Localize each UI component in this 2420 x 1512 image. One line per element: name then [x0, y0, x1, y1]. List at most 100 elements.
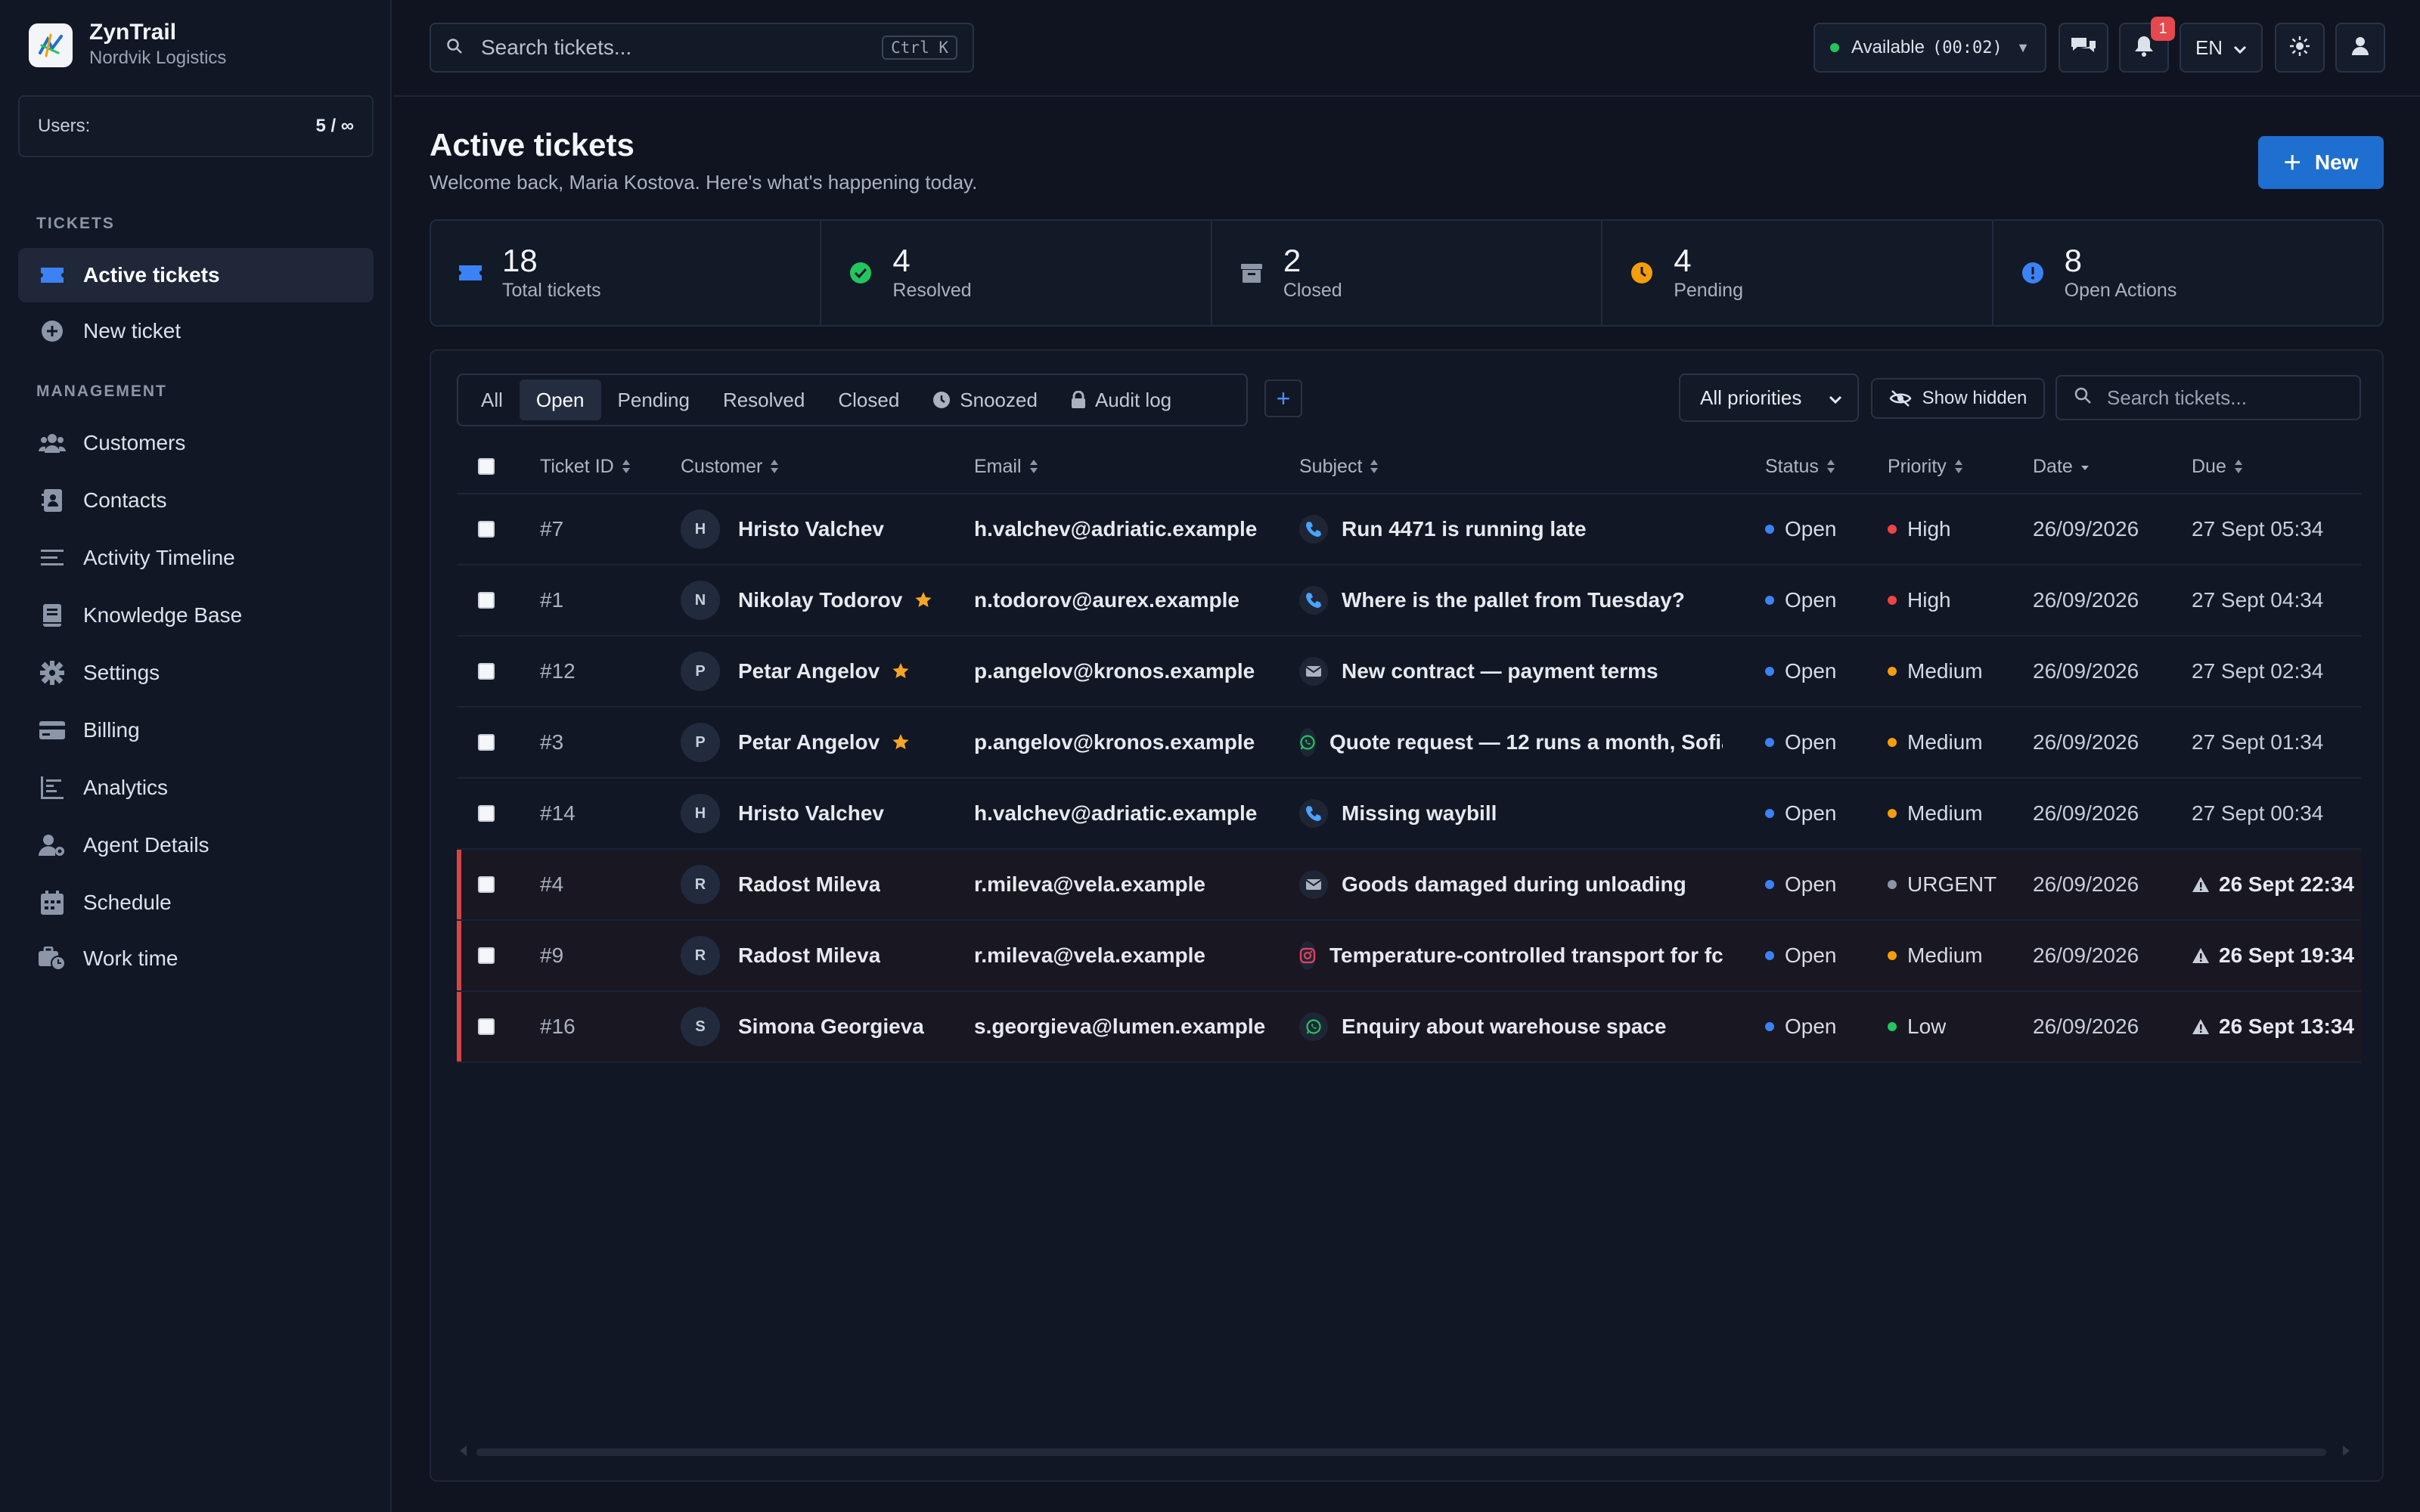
show-hidden-button[interactable]: Show hidden	[1871, 378, 2045, 419]
subject-cell[interactable]: Goods damaged during unloading	[1299, 870, 1723, 899]
language-select[interactable]: EN	[2180, 23, 2263, 73]
sidebar-item-schedule[interactable]: Schedule	[18, 875, 374, 930]
new-ticket-button[interactable]: + New	[2258, 136, 2384, 189]
sidebar-item-activity-timeline[interactable]: Activity Timeline	[18, 531, 374, 585]
priority-cell: Low	[1888, 1015, 1946, 1039]
ticket-subject: New contract — payment terms	[1342, 659, 1658, 683]
table-row[interactable]: #9 R Radost Mileva r.mileva@vela.example Tem…	[457, 921, 2361, 992]
table-row[interactable]: #14 H Hristo Valchev h.valchev@adriatic.exa…	[457, 779, 2361, 850]
sidebar-item-knowledge-base[interactable]: Knowledge Base	[18, 588, 374, 643]
global-search-input[interactable]: Search tickets... Ctrl K	[430, 23, 974, 73]
status-text: Open	[1785, 801, 1837, 825]
chevron-down-icon	[1829, 386, 1842, 410]
customer-cell[interactable]: H Hristo Valchev	[681, 510, 884, 549]
ticket-id[interactable]: #12	[540, 659, 576, 683]
subject-cell[interactable]: Quote request — 12 runs a month, Sofia	[1299, 728, 1723, 757]
tab-closed[interactable]: Closed	[821, 380, 916, 420]
row-checkbox[interactable]	[478, 1018, 495, 1035]
horizontal-scrollbar[interactable]	[476, 1448, 2326, 1456]
customer-cell[interactable]: N Nikolay Todorov	[681, 581, 932, 620]
tab-all[interactable]: All	[464, 380, 520, 420]
ticket-id[interactable]: #7	[540, 517, 563, 541]
sidebar-item-label: Agent Details	[83, 833, 209, 857]
row-checkbox[interactable]	[478, 734, 495, 751]
column-header-subject[interactable]: Subject	[1299, 456, 1723, 478]
profile-button[interactable]	[2335, 23, 2385, 73]
customer-cell[interactable]: R Radost Mileva	[681, 865, 880, 904]
ticket-id[interactable]: #14	[540, 801, 576, 826]
ticket-id[interactable]: #9	[540, 943, 563, 968]
subject-cell[interactable]: Temperature-controlled transport for fc	[1299, 941, 1723, 970]
table-row[interactable]: #1 N Nikolay Todorov n.todorov@aurex.exampl…	[457, 565, 2361, 637]
subject-cell[interactable]: New contract — payment terms	[1299, 657, 1723, 686]
customer-cell[interactable]: R Radost Mileva	[681, 936, 880, 975]
stat-open-actions[interactable]: 8 Open Actions	[1993, 221, 2382, 325]
customer-name: Hristo Valchev	[738, 517, 884, 541]
row-checkbox[interactable]	[478, 663, 495, 680]
ticket-subject: Where is the pallet from Tuesday?	[1342, 588, 1685, 612]
due-time: 27 Sept 02:34	[2192, 659, 2324, 683]
priority-filter-select[interactable]: All priorities	[1679, 373, 1859, 422]
ticket-id[interactable]: #1	[540, 588, 563, 612]
scroll-left-arrow[interactable]	[460, 1445, 467, 1456]
select-all-checkbox[interactable]	[478, 458, 495, 475]
subject-cell[interactable]: Run 4471 is running late	[1299, 515, 1723, 544]
tab-open[interactable]: Open	[519, 380, 601, 420]
customer-cell[interactable]: P Petar Angelov	[681, 723, 910, 762]
customer-cell[interactable]: H Hristo Valchev	[681, 794, 884, 833]
column-header-priority[interactable]: Priority	[1888, 456, 1963, 478]
table-row[interactable]: #3 P Petar Angelov p.angelov@kronos.example…	[457, 708, 2361, 779]
customer-cell[interactable]: P Petar Angelov	[681, 652, 910, 691]
column-header-ticket-id[interactable]: Ticket ID	[540, 456, 631, 478]
column-header-due[interactable]: Due	[2192, 456, 2361, 478]
chat-button[interactable]	[2059, 23, 2108, 73]
row-checkbox[interactable]	[478, 947, 495, 964]
ticket-id[interactable]: #3	[540, 730, 563, 754]
sidebar-item-settings[interactable]: Settings	[18, 646, 374, 700]
ticket-search-input[interactable]: Search tickets...	[2055, 375, 2361, 420]
notifications-button[interactable]: 1	[2119, 17, 2175, 73]
sidebar-item-customers[interactable]: Customers	[18, 416, 374, 470]
row-checkbox[interactable]	[478, 805, 495, 822]
row-checkbox[interactable]	[478, 592, 495, 609]
scroll-right-arrow[interactable]	[2343, 1445, 2350, 1456]
sidebar-item-billing[interactable]: Billing	[18, 703, 374, 758]
theme-toggle-button[interactable]	[2275, 23, 2325, 73]
sidebar-item-contacts[interactable]: Contacts	[18, 473, 374, 528]
sidebar-item-agent-details[interactable]: Agent Details	[18, 818, 374, 872]
row-checkbox[interactable]	[478, 521, 495, 538]
stat-total-tickets[interactable]: 18 Total tickets	[431, 221, 822, 325]
priority-text: Medium	[1907, 659, 1983, 683]
table-row[interactable]: #7 H Hristo Valchev h.valchev@adriatic.exam…	[457, 494, 2361, 565]
brand[interactable]: ZynTrail Nordvik Logistics	[29, 20, 226, 71]
subject-cell[interactable]: Where is the pallet from Tuesday?	[1299, 586, 1723, 615]
add-tab-button[interactable]: +	[1264, 380, 1302, 417]
sidebar-item-work-time[interactable]: Work time	[18, 931, 374, 986]
table-row[interactable]: #4 R Radost Mileva r.mileva@vela.example Goo…	[457, 850, 2361, 921]
column-header-date[interactable]: Date	[2033, 456, 2090, 478]
subject-cell[interactable]: Enquiry about warehouse space	[1299, 1012, 1723, 1041]
stat-pending[interactable]: 4 Pending	[1602, 221, 1993, 325]
column-header-email[interactable]: Email	[974, 456, 1284, 478]
table-row[interactable]: #12 P Petar Angelov p.angelov@kronos.exampl…	[457, 637, 2361, 708]
column-header-customer[interactable]: Customer	[681, 456, 779, 478]
status-dot	[1765, 1022, 1774, 1031]
column-header-status[interactable]: Status	[1765, 456, 1835, 478]
tab-pending[interactable]: Pending	[601, 380, 706, 420]
tab-resolved[interactable]: Resolved	[706, 380, 821, 420]
sidebar-item-active-tickets[interactable]: Active tickets	[18, 248, 374, 302]
tab-snoozed[interactable]: Snoozed	[916, 380, 1054, 420]
subject-cell[interactable]: Missing waybill	[1299, 799, 1723, 828]
ticket-id[interactable]: #16	[540, 1015, 576, 1039]
customer-cell[interactable]: S Simona Georgieva	[681, 1007, 924, 1046]
stat-closed[interactable]: 2 Closed	[1212, 221, 1603, 325]
sidebar-item-analytics[interactable]: Analytics	[18, 761, 374, 815]
stat-resolved[interactable]: 4 Resolved	[821, 221, 1212, 325]
tab-audit-log[interactable]: Audit log	[1054, 380, 1188, 420]
sidebar-item-new-ticket[interactable]: New ticket	[18, 304, 374, 358]
row-checkbox[interactable]	[478, 876, 495, 893]
table-row[interactable]: #16 S Simona Georgieva s.georgieva@lumen.ex…	[457, 992, 2361, 1063]
availability-dropdown[interactable]: Available (00:02) ▼	[1813, 23, 2046, 73]
nav-section-management: MANAGEMENT	[36, 383, 167, 400]
ticket-id[interactable]: #4	[540, 872, 563, 897]
